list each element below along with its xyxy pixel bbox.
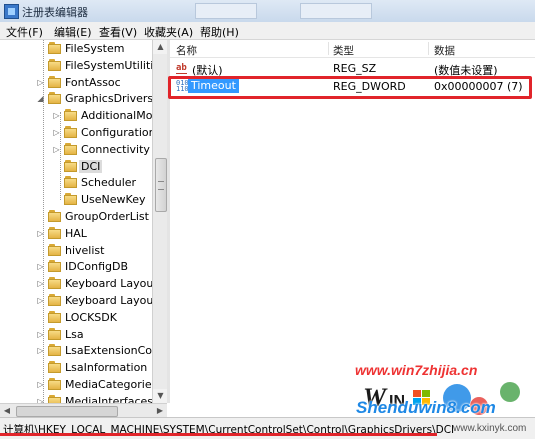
folder-icon <box>48 310 62 324</box>
collapse-arrow-icon[interactable]: ◢ <box>36 94 45 103</box>
folder-icon <box>48 378 62 391</box>
tree-item-label: Configuration <box>81 126 152 139</box>
expand-arrow-icon <box>36 212 45 221</box>
folder-icon <box>64 193 78 206</box>
tree-item-label: IDConfigDB <box>65 260 129 274</box>
folder-icon <box>48 226 62 240</box>
expand-arrow-icon[interactable]: ▷ <box>36 262 45 271</box>
expand-arrow-icon <box>36 44 45 53</box>
scroll-down-icon[interactable]: ▼ <box>153 389 168 403</box>
expand-arrow-icon[interactable]: ▷ <box>36 346 45 355</box>
tree-item-label: hivelist <box>65 243 105 257</box>
tree-item-label: GraphicsDrivers <box>65 92 152 106</box>
tree-vertical-scrollbar[interactable]: ▲ ▼ <box>152 40 168 403</box>
folder-icon <box>48 344 62 357</box>
expand-arrow-icon[interactable]: ▷ <box>52 128 61 137</box>
expand-arrow-icon[interactable]: ▷ <box>36 279 45 288</box>
folder-icon <box>48 58 62 72</box>
folder-icon <box>64 159 78 173</box>
expand-arrow-icon[interactable]: ▷ <box>52 145 61 154</box>
folder-icon <box>48 361 62 374</box>
scroll-thumb[interactable] <box>155 158 167 212</box>
tree-item-label: HAL <box>65 226 87 240</box>
menu-favorites[interactable]: 收藏夹(A) <box>144 24 193 40</box>
folder-icon <box>48 42 62 55</box>
scroll-left-icon[interactable]: ◀ <box>0 404 14 418</box>
expand-arrow-icon[interactable]: ▷ <box>36 330 45 339</box>
faded-background-window <box>300 3 372 19</box>
folder-icon <box>64 126 78 139</box>
expand-arrow-icon[interactable]: ▷ <box>52 111 61 120</box>
column-type[interactable]: 类型 <box>333 43 354 58</box>
tree-item-label: FileSystemUtilities <box>65 58 152 72</box>
folder-icon <box>64 109 78 122</box>
expand-arrow-icon[interactable]: ▷ <box>36 296 45 305</box>
window-title: 注册表编辑器 <box>22 6 88 19</box>
expand-arrow-icon <box>52 162 61 171</box>
scroll-right-icon[interactable]: ▶ <box>153 404 167 418</box>
expand-arrow-icon <box>36 363 45 372</box>
tree-item-label: LOCKSDK <box>65 310 117 324</box>
title-bar: 注册表编辑器 <box>0 0 535 23</box>
scroll-up-icon[interactable]: ▲ <box>153 40 168 54</box>
tree-item-label: UseNewKey <box>81 193 146 207</box>
tree-item-label: AdditionalModeLists <box>81 109 152 123</box>
regedit-app-icon <box>4 4 19 19</box>
folder-icon <box>48 260 62 273</box>
menu-edit[interactable]: 编辑(E) <box>54 24 92 40</box>
column-divider[interactable] <box>328 42 329 55</box>
registry-key-tree[interactable]: FileSystem FileSystemUtilities ▷ FontAssoc ◢… <box>0 40 152 403</box>
tree-item-label: FileSystem <box>65 42 125 55</box>
list-row[interactable]: ab (默认) REG_SZ (数值未设置) <box>170 60 535 77</box>
menu-bar: 文件(F) 编辑(E) 查看(V) 收藏夹(A) 帮助(H) <box>0 22 535 40</box>
folder-icon <box>64 176 78 189</box>
column-divider[interactable] <box>428 42 429 55</box>
faded-background-window <box>195 3 257 19</box>
menu-view[interactable]: 查看(V) <box>99 24 137 40</box>
menu-help[interactable]: 帮助(H) <box>200 24 239 40</box>
tree-item-label: LsaInformation <box>65 361 148 375</box>
tree-item-label: MediaInterfaces <box>65 394 152 403</box>
list-header: 名称 类型 数据 <box>170 40 535 58</box>
string-value-icon: ab <box>176 63 187 74</box>
expand-arrow-icon <box>36 246 45 255</box>
tree-item-label: Scheduler <box>81 176 137 190</box>
watermark-text: www.kxinyk.com <box>453 423 527 434</box>
folder-icon <box>48 210 62 223</box>
folder-icon <box>48 277 62 290</box>
tree-item-label: MediaCategories <box>65 378 152 391</box>
folder-icon <box>48 327 62 341</box>
menu-file[interactable]: 文件(F) <box>6 24 43 40</box>
tree-horizontal-scrollbar[interactable]: ◀ ▶ <box>0 403 167 418</box>
expand-arrow-icon[interactable]: ▷ <box>36 78 45 87</box>
tree-item-label: LsaExtensionConfig <box>65 344 152 358</box>
folder-icon <box>48 92 62 105</box>
expand-arrow-icon <box>36 313 45 322</box>
tree-item-label: Lsa <box>65 327 84 341</box>
tree-item-label: Keyboard Layout <box>65 277 152 291</box>
scroll-thumb[interactable] <box>16 406 118 417</box>
column-name[interactable]: 名称 <box>176 43 197 58</box>
watermark-text: Shenduwin8.com <box>356 398 496 417</box>
value-type: REG_SZ <box>333 62 377 75</box>
folder-icon <box>48 243 62 257</box>
tree-item-label: DCI <box>79 159 103 173</box>
folder-icon <box>48 294 62 307</box>
expand-arrow-icon[interactable]: ▷ <box>36 380 45 389</box>
expand-arrow-icon <box>52 178 61 187</box>
folder-icon <box>48 394 62 403</box>
expand-arrow-icon[interactable]: ▷ <box>36 229 45 238</box>
tree-item-label: Connectivity <box>81 142 150 156</box>
column-data[interactable]: 数据 <box>434 43 455 58</box>
expand-arrow-icon <box>52 195 61 204</box>
tree-item-label: Keyboard Layouts <box>65 294 152 307</box>
folder-icon <box>64 142 78 156</box>
tree-item-label: FontAssoc <box>65 75 121 89</box>
folder-icon <box>48 75 62 89</box>
expand-arrow-icon <box>36 61 45 70</box>
tree-item-label: GroupOrderList <box>65 210 149 223</box>
red-highlight-box <box>168 76 532 99</box>
